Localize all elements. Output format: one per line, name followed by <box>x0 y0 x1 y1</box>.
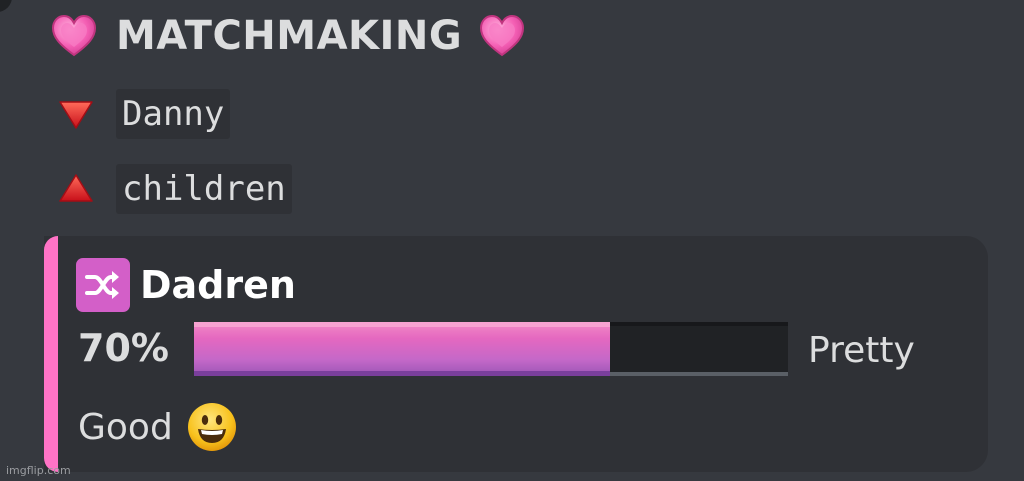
pink-heart-icon <box>46 8 102 64</box>
matchmaking-header: MATCHMAKING <box>46 8 530 64</box>
shuffle-icon <box>76 258 130 312</box>
first-name-chip: Danny <box>116 89 231 139</box>
rating-text-second: Good <box>78 406 173 448</box>
second-name-chip: children <box>116 164 292 214</box>
match-percent: 70% <box>78 326 169 370</box>
smiley-face-icon <box>185 400 239 454</box>
pink-heart-icon <box>474 8 530 64</box>
rating-line: Good <box>78 400 239 454</box>
embed-title: Dadren <box>76 258 296 312</box>
page-title: MATCHMAKING <box>116 13 463 59</box>
watermark: imgflip.com <box>6 464 71 477</box>
avatar[interactable] <box>0 0 12 12</box>
red-up-triangle-icon <box>52 165 100 213</box>
first-name-row: Danny <box>52 88 231 140</box>
match-result-embed: Dadren 70% Pretty Good <box>44 236 988 472</box>
embed-accent-bar <box>44 236 58 472</box>
second-name-row: children <box>52 163 292 215</box>
red-down-triangle-icon <box>52 90 100 138</box>
ship-name: Dadren <box>140 263 296 307</box>
rating-text-first: Pretty <box>808 330 915 371</box>
match-progress-fill <box>194 322 610 376</box>
match-progress-bar <box>194 322 788 376</box>
